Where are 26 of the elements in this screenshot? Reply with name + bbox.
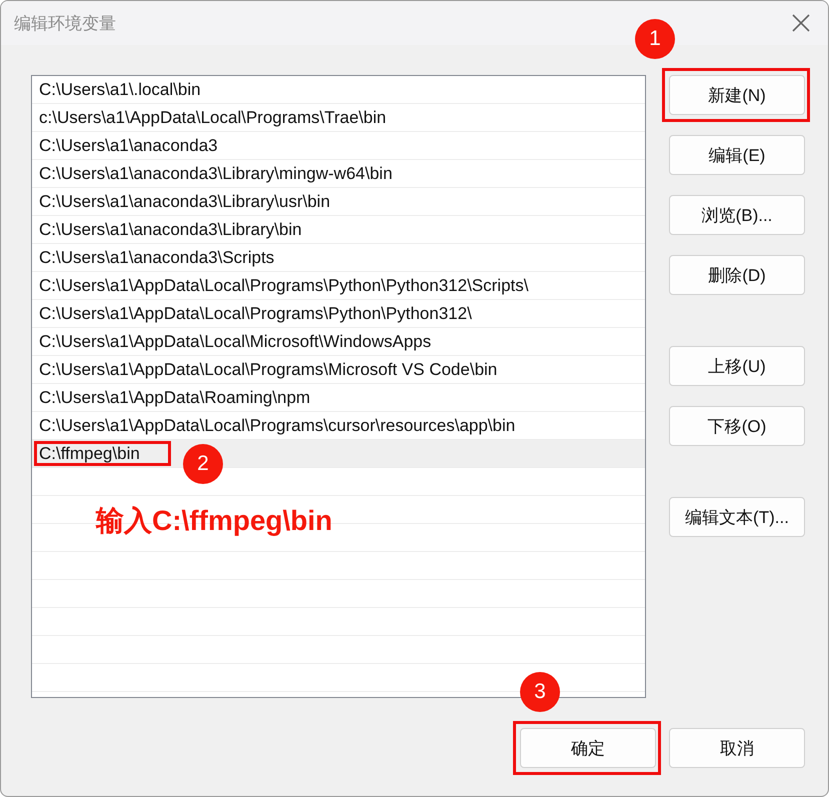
dialog-button[interactable]: 确定 [520,728,656,768]
annotation-note: 输入C:\ffmpeg\bin [96,504,332,538]
path-entry[interactable]: C:\Users\a1\AppData\Local\Programs\Python\Python312\Scripts\ [32,272,645,300]
path-entry[interactable]: C:\Users\a1\AppData\Local\Microsoft\WindowsApps [32,328,645,356]
path-entry[interactable]: C:\Users\a1\anaconda3\Scripts [32,244,645,272]
dialog-button[interactable]: 上移(U) [669,346,805,386]
dialog-button[interactable]: 浏览(B)... [669,195,805,235]
dialog-button[interactable]: 删除(D) [669,255,805,295]
path-entry[interactable]: c:\Users\a1\AppData\Local\Programs\Trae\bin [32,104,645,132]
window-title: 编辑环境变量 [14,12,116,34]
dialog-button[interactable]: 下移(O) [669,406,805,446]
path-entry[interactable]: C:\Users\a1\anaconda3\Library\mingw-w64\bin [32,160,645,188]
dialog-button[interactable]: 取消 [669,728,805,768]
dialog-button[interactable]: 编辑文本(T)... [669,497,805,537]
path-entry[interactable]: C:\Users\a1\.local\bin [32,76,645,104]
step-marker: 2 [183,444,223,484]
path-entry[interactable]: C:\Users\a1\anaconda3 [32,132,645,160]
path-entry[interactable]: C:\Users\a1\anaconda3\Library\usr\bin [32,188,645,216]
close-icon[interactable] [792,14,810,32]
path-entry[interactable]: C:\Users\a1\AppData\Local\Programs\Microsoft VS Code\bin [32,356,645,384]
path-entry[interactable]: C:\Users\a1\anaconda3\Library\bin [32,216,645,244]
path-entry[interactable]: C:\Users\a1\AppData\Local\Programs\Python\Python312\ [32,300,645,328]
dialog-button[interactable]: 新建(N) [669,75,805,115]
dialog-button[interactable]: 编辑(E) [669,135,805,175]
step-marker: 1 [635,19,675,59]
path-entry[interactable]: C:\Users\a1\AppData\Roaming\npm [32,384,645,412]
